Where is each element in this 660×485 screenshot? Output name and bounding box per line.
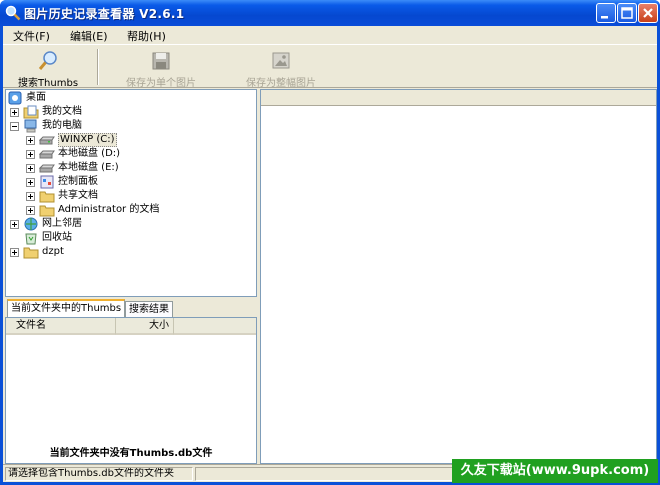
column-header-filler <box>174 318 256 335</box>
maximize-button[interactable] <box>617 3 637 23</box>
close-button[interactable] <box>638 3 658 23</box>
expand-icon[interactable] <box>10 248 19 257</box>
search-thumbs-label: 搜索Thumbs <box>17 78 79 89</box>
preview-header <box>261 90 656 106</box>
app-window: 图片历史记录查看器 V2.6.1 文件(F) 编辑(E) 帮助(H) 搜索Thu… <box>0 0 660 485</box>
folder-icon <box>39 203 55 217</box>
expand-icon[interactable] <box>26 164 35 173</box>
tree-item-label: 控制面板 <box>58 176 98 187</box>
my-computer-icon <box>23 119 39 133</box>
tab-current-folder-thumbs[interactable]: 当前文件夹中的Thumbs <box>7 299 126 318</box>
folder-tree[interactable]: 桌面 我的文档 我的电脑 WINXP (C:) 本地磁盘 (D:) 本地磁盘 (… <box>5 89 257 297</box>
expand-icon[interactable] <box>10 108 19 117</box>
tree-item-label: 本地磁盘 (E:) <box>58 162 119 173</box>
result-tabs: 当前文件夹中的Thumbs 搜索结果 <box>5 299 257 318</box>
tree-item-label: dzpt <box>42 246 64 257</box>
save-whole-image-button[interactable]: 保存为整幅图片 <box>231 47 331 89</box>
folder-icon <box>39 189 55 203</box>
expand-icon[interactable] <box>26 192 35 201</box>
drive-icon <box>38 147 55 161</box>
tree-item-label: 网上邻居 <box>42 218 82 229</box>
empty-list-message: 当前文件夹中没有Thumbs.db文件 <box>49 448 213 459</box>
search-thumbs-button[interactable]: 搜索Thumbs <box>13 47 83 89</box>
status-text: 请选择包含Thumbs.db文件的文件夹 <box>5 467 193 481</box>
tree-item-label: 我的电脑 <box>42 120 82 131</box>
save-single-image-button[interactable]: 保存为单个图片 <box>115 47 207 89</box>
save-single-image-label: 保存为单个图片 <box>126 78 196 89</box>
maximize-icon <box>621 7 633 19</box>
desktop-icon <box>8 91 24 105</box>
tree-item-label: 桌面 <box>26 92 46 103</box>
tree-item-label: WINXP (C:) <box>58 133 117 147</box>
picture-icon <box>272 52 290 69</box>
expand-icon[interactable] <box>26 206 35 215</box>
expand-icon[interactable] <box>26 150 35 159</box>
window-title: 图片历史记录查看器 V2.6.1 <box>24 7 185 21</box>
control-panel-icon <box>39 175 55 189</box>
floppy-disk-icon <box>152 52 170 70</box>
thumbs-file-list[interactable]: 文件名 大小 当前文件夹中没有Thumbs.db文件 <box>5 317 257 464</box>
tree-item-label: 我的文档 <box>42 106 82 117</box>
expand-icon[interactable] <box>26 136 35 145</box>
save-whole-image-label: 保存为整幅图片 <box>246 78 316 89</box>
tab-search-results[interactable]: 搜索结果 <box>125 301 173 317</box>
column-header-filename[interactable]: 文件名 <box>6 318 116 335</box>
client-area: 文件(F) 编辑(E) 帮助(H) 搜索Thumbs 保存为单个图片 保存为整幅… <box>3 26 657 482</box>
menu-help[interactable]: 帮助(H) <box>127 28 166 44</box>
tree-item-label: Administrator 的文档 <box>58 204 160 215</box>
tree-item-label: 共享文档 <box>58 190 98 201</box>
menu-file[interactable]: 文件(F) <box>13 28 50 44</box>
collapse-icon[interactable] <box>10 122 19 131</box>
drive-icon <box>38 161 55 175</box>
magnifier-app-icon <box>5 5 21 21</box>
minimize-icon <box>601 16 608 19</box>
toolbar-separator <box>97 49 99 85</box>
toolbar: 搜索Thumbs 保存为单个图片 保存为整幅图片 <box>3 44 657 89</box>
column-header-size[interactable]: 大小 <box>116 318 174 335</box>
title-bar[interactable]: 图片历史记录查看器 V2.6.1 <box>0 0 660 26</box>
menu-bar: 文件(F) 编辑(E) 帮助(H) <box>3 26 657 44</box>
search-icon <box>38 51 57 70</box>
site-watermark: 久友下载站(www.9upk.com) <box>452 459 658 483</box>
thumbnail-preview-pane[interactable] <box>260 89 657 464</box>
menu-edit[interactable]: 编辑(E) <box>70 28 108 44</box>
expand-icon[interactable] <box>26 178 35 187</box>
tree-item-label: 回收站 <box>42 232 72 243</box>
network-icon <box>23 217 39 231</box>
minimize-button[interactable] <box>596 3 616 23</box>
expand-icon[interactable] <box>10 220 19 229</box>
close-icon <box>643 8 653 18</box>
folder-icon <box>23 245 39 259</box>
tree-item-label: 本地磁盘 (D:) <box>58 148 121 159</box>
recycle-bin-icon <box>23 231 39 245</box>
my-documents-icon <box>23 105 39 119</box>
drive-icon <box>38 133 55 147</box>
